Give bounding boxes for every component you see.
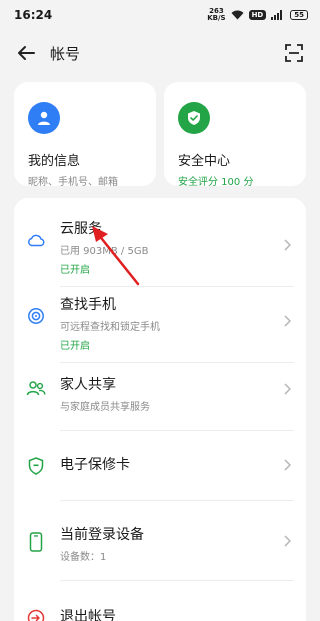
list-item-cloud-service[interactable]: 云服务 已用 903MB / 5GB 已开启 (26, 218, 294, 278)
divider (60, 500, 294, 501)
status-time: 16:24 (14, 8, 53, 22)
security-center-title: 安全中心 (178, 154, 231, 169)
chevron-right-icon (280, 238, 294, 252)
list-item-find-phone[interactable]: 查找手机 可远程查找和锁定手机 已开启 (26, 294, 294, 354)
warranty-card-title: 电子保修卡 (60, 457, 130, 473)
family-sharing-title: 家人共享 (60, 377, 116, 393)
family-users-icon (26, 378, 46, 398)
logged-in-devices-text: 当前登录设备 设备数：1 (60, 524, 144, 563)
chevron-right-icon (280, 314, 294, 328)
cloud-service-title: 云服务 (60, 221, 102, 237)
network-speed: 263 KB/S (207, 8, 225, 22)
scan-icon (285, 44, 303, 62)
log-out-title: 退出帐号 (60, 609, 116, 621)
user-icon (28, 102, 60, 134)
my-info-subtitle: 昵称、手机号、邮箱 (28, 177, 118, 188)
my-info-title: 我的信息 (28, 154, 81, 169)
find-phone-title: 查找手机 (60, 297, 116, 313)
network-speed-unit: KB/S (207, 14, 226, 22)
shield-check-icon (178, 102, 210, 134)
battery-indicator: 55 (290, 10, 308, 20)
divider (60, 362, 294, 363)
security-score: 安全评分 100 分 (178, 177, 254, 188)
cloud-service-status: 已开启 (60, 265, 90, 276)
shield-icon (26, 456, 46, 476)
log-out-text: 退出帐号 (60, 606, 116, 621)
find-phone-status: 已开启 (60, 341, 90, 352)
hd-badge: HD (248, 10, 267, 20)
device-count: 设备数：1 (60, 552, 107, 563)
divider (60, 286, 294, 287)
logout-icon (26, 608, 46, 621)
cloud-service-text: 云服务 已用 903MB / 5GB 已开启 (60, 218, 148, 276)
account-menu-list: 云服务 已用 903MB / 5GB 已开启 查找手机 可远程查找和锁定手机 已… (14, 198, 306, 621)
list-item-warranty-card[interactable]: 电子保修卡 (26, 454, 294, 478)
warranty-card-text: 电子保修卡 (60, 454, 130, 474)
list-item-family-sharing[interactable]: 家人共享 与家庭成员共享服务 (26, 374, 294, 418)
wifi-icon (231, 10, 244, 20)
target-locate-icon (26, 306, 46, 326)
top-cards: 我的信息 昵称、手机号、邮箱 安全中心 安全评分 100 分 (0, 76, 320, 188)
logged-in-devices-title: 当前登录设备 (60, 527, 144, 543)
cloud-service-usage: 已用 903MB / 5GB (60, 246, 149, 257)
cloud-icon (26, 230, 46, 250)
family-sharing-text: 家人共享 与家庭成员共享服务 (60, 374, 150, 413)
app-header: 帐号 (0, 30, 320, 76)
back-arrow-icon (18, 46, 35, 60)
chevron-right-icon (280, 534, 294, 548)
find-phone-text: 查找手机 可远程查找和锁定手机 已开启 (60, 294, 160, 352)
back-button[interactable] (14, 41, 38, 65)
chevron-right-icon (280, 458, 294, 472)
signal-icon (271, 10, 283, 20)
list-item-logged-in-devices[interactable]: 当前登录设备 设备数：1 (26, 524, 294, 568)
status-icons: 263 KB/S HD 55 (207, 8, 308, 22)
family-sharing-subtitle: 与家庭成员共享服务 (60, 402, 150, 413)
divider (60, 580, 294, 581)
find-phone-subtitle: 可远程查找和锁定手机 (60, 322, 160, 333)
page-title: 帐号 (50, 44, 81, 63)
chevron-right-icon (280, 382, 294, 396)
my-info-card[interactable]: 我的信息 昵称、手机号、邮箱 (14, 82, 156, 188)
phone-device-icon (26, 532, 46, 552)
status-bar: 16:24 263 KB/S HD 55 (0, 0, 320, 30)
list-item-log-out[interactable]: 退出帐号 (26, 606, 294, 621)
security-center-card[interactable]: 安全中心 安全评分 100 分 (164, 82, 306, 188)
divider (60, 430, 294, 431)
scan-button[interactable] (282, 41, 306, 65)
